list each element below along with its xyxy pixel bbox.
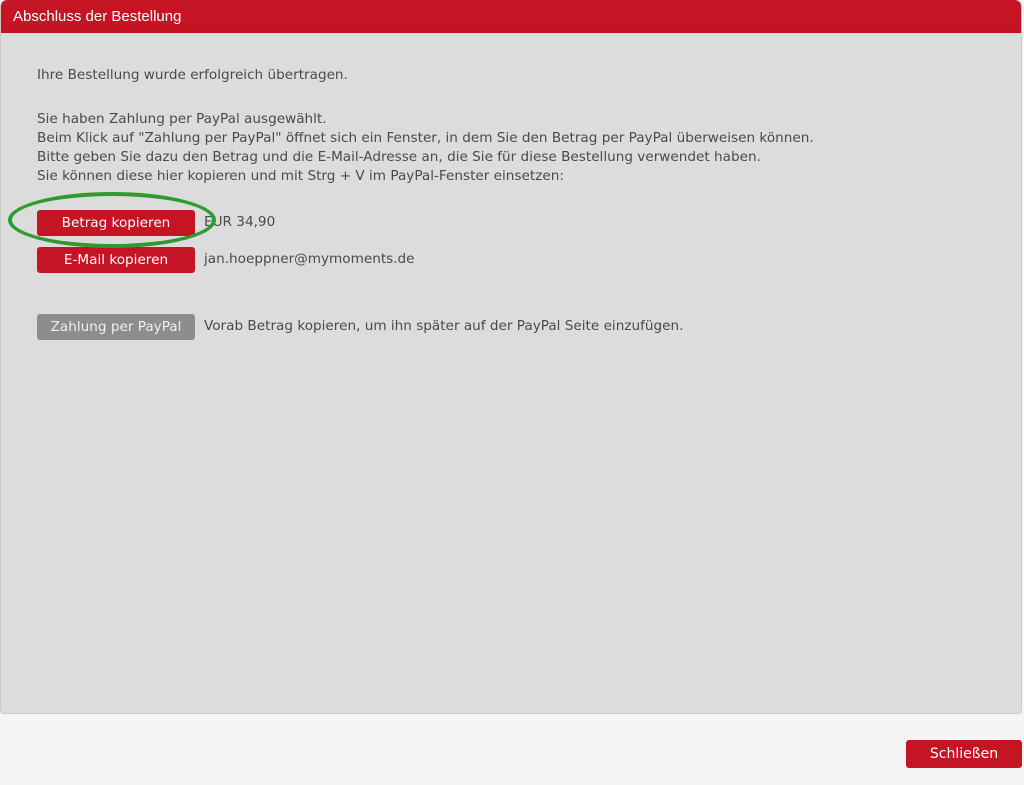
info-line: Sie haben Zahlung per PayPal ausgewählt. [37,111,327,127]
pay-with-paypal-button[interactable]: Zahlung per PayPal [37,314,195,340]
info-line: Bitte geben Sie dazu den Betrag und die … [37,149,761,165]
confirmation-text: Ihre Bestellung wurde erfolgreich übertr… [37,67,348,83]
copy-email-button[interactable]: E-Mail kopieren [37,247,195,273]
order-completion-dialog: Abschluss der Bestellung Ihre Bestellung… [0,0,1022,714]
amount-value: EUR 34,90 [204,214,276,230]
copy-amount-button[interactable]: Betrag kopieren [37,210,195,236]
dialog-title: Abschluss der Bestellung [1,0,1021,33]
info-line: Sie können diese hier kopieren und mit S… [37,168,564,184]
close-button[interactable]: Schließen [906,740,1022,768]
paypal-hint: Vorab Betrag kopieren, um ihn später auf… [204,318,684,334]
info-line: Beim Klick auf "Zahlung per PayPal" öffn… [37,130,814,146]
email-value: jan.hoeppner@mymoments.de [204,251,415,267]
